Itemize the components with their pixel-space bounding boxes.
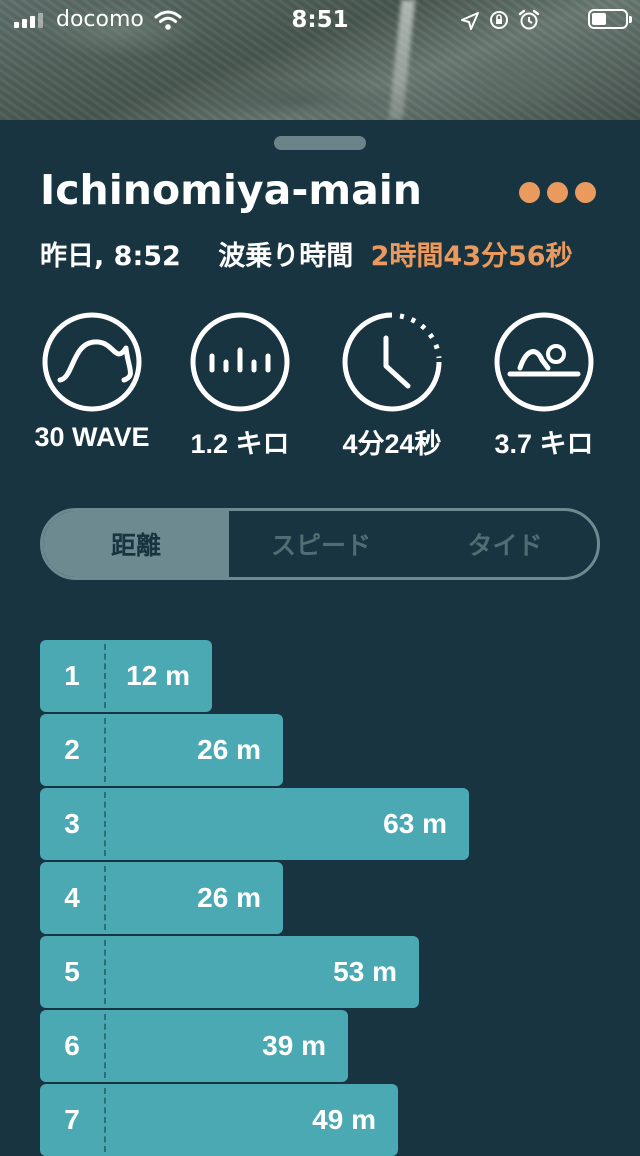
wave-index: 2 (64, 734, 80, 765)
tab-tide[interactable]: タイド (413, 511, 597, 577)
wave-distance: 26 m (197, 882, 261, 913)
wave-distance: 39 m (262, 1030, 326, 1061)
wave-bar[interactable]: 4 26 m (40, 862, 283, 934)
wave-bar[interactable]: 7 49 m (40, 1084, 398, 1156)
wave-index: 3 (64, 808, 80, 839)
stat-value: 30 WAVE (34, 422, 150, 452)
wave-index: 5 (64, 956, 80, 987)
stat-value: 1.2 キロ (190, 429, 290, 459)
session-date: 昨日, 8:52 (40, 241, 181, 272)
status-time: 8:51 (291, 7, 349, 33)
wave-bar[interactable]: 2 26 m (40, 714, 283, 786)
wave-bar[interactable]: 5 53 m (40, 936, 419, 1008)
metric-tabs: 距離 スピード タイド (40, 508, 600, 580)
wave-distance: 49 m (312, 1104, 376, 1135)
tab-speed[interactable]: スピード (229, 511, 413, 577)
bar-divider (104, 940, 106, 1004)
stat-value: 3.7 キロ (494, 429, 594, 459)
bar-divider (104, 866, 106, 930)
location-arrow-icon (460, 9, 480, 37)
swim-icon (494, 312, 594, 412)
wave-index: 6 (64, 1030, 80, 1061)
wave-index: 7 (64, 1104, 80, 1135)
status-bar: docomo 8:51 (0, 0, 640, 40)
wave-distance: 53 m (333, 956, 397, 987)
duration-label: 波乗り時間 (218, 241, 354, 272)
bar-divider (104, 1088, 106, 1152)
wave-bar[interactable]: 3 63 m (40, 788, 469, 860)
alarm-icon (518, 9, 540, 37)
stats-row: 30 WAVE 1.2 キロ 4分24秒 3.7 キロ (0, 310, 640, 470)
session-title: Ichinomiya-main (40, 166, 422, 214)
stat-value: 4分24秒 (342, 429, 442, 459)
bar-divider (104, 644, 106, 708)
bar-divider (104, 718, 106, 782)
wave-index: 1 (64, 660, 80, 691)
stat-paddle: 3.7 キロ (474, 310, 614, 461)
wave-icon (42, 312, 142, 412)
bars-icon (190, 312, 290, 412)
wave-distance: 26 m (197, 734, 261, 765)
wave-index: 4 (64, 882, 80, 913)
drag-handle[interactable] (274, 136, 366, 150)
wave-bar[interactable]: 6 39 m (40, 1010, 348, 1082)
tab-distance[interactable]: 距離 (43, 511, 229, 577)
bar-divider (104, 1014, 106, 1078)
wave-distance: 63 m (383, 808, 447, 839)
stat-waves: 30 WAVE (22, 310, 162, 453)
clock-icon (342, 312, 442, 412)
orientation-lock-icon (488, 9, 510, 37)
battery-icon (588, 9, 632, 29)
session-meta: 昨日, 8:52 波乗り時間 2時間43分56秒 (40, 234, 573, 273)
more-options-icon[interactable] (519, 182, 596, 203)
bar-divider (104, 792, 106, 856)
duration-value: 2時間43分56秒 (370, 241, 573, 272)
wave-distance: 12 m (126, 660, 190, 691)
stat-time: 4分24秒 (322, 310, 462, 461)
wave-bar[interactable]: 1 12 m (40, 640, 212, 712)
stat-distance: 1.2 キロ (170, 310, 310, 461)
session-sheet: Ichinomiya-main 昨日, 8:52 波乗り時間 2時間43分56秒… (0, 120, 640, 1156)
